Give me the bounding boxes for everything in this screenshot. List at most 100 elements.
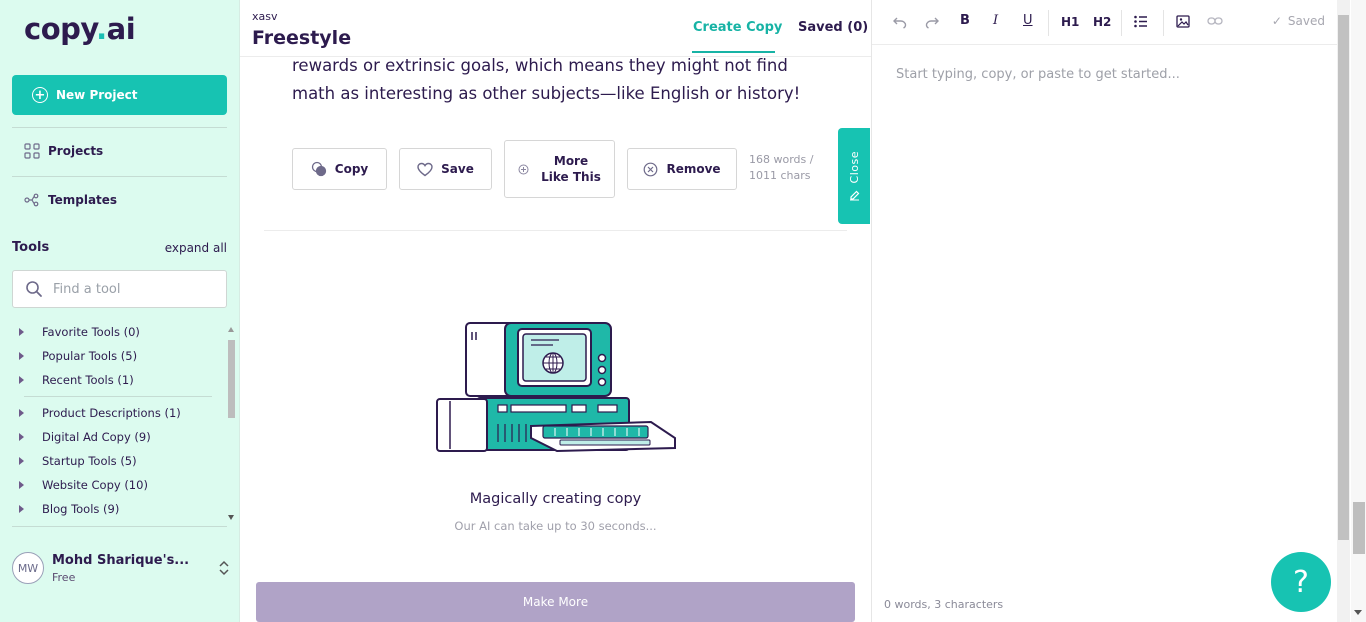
- caret-right-icon: [19, 457, 24, 465]
- expand-all-link[interactable]: expand all: [165, 241, 227, 255]
- tool-group-label: Product Descriptions (1): [42, 406, 181, 420]
- x-circle-icon: [644, 162, 658, 176]
- tool-group-blog-tools[interactable]: Blog Tools (9): [12, 497, 224, 521]
- save-label: Save: [441, 162, 474, 176]
- plus-circle-icon: +: [32, 87, 48, 103]
- copy-label: Copy: [334, 162, 369, 176]
- bullet-list-icon[interactable]: [1134, 15, 1148, 28]
- tool-group-product-descriptions[interactable]: Product Descriptions (1): [12, 401, 224, 425]
- more-like-this-label: More Like This: [541, 153, 601, 185]
- flow-icon: [24, 193, 39, 207]
- heading-2-button[interactable]: H2: [1093, 15, 1111, 29]
- editor-scroll-thumb[interactable]: [1338, 15, 1349, 540]
- loading-subtitle: Our AI can take up to 30 seconds...: [454, 519, 657, 533]
- save-button[interactable]: Save: [399, 148, 492, 190]
- italic-icon[interactable]: I: [993, 13, 998, 28]
- divider: [12, 127, 227, 128]
- tool-list-scrollbar[interactable]: [228, 340, 235, 418]
- editor-text-area[interactable]: Start typing, copy, or paste to get star…: [872, 45, 1337, 585]
- main-panel: rewards or extrinsic goals, which means …: [240, 0, 871, 622]
- templates-link[interactable]: Templates: [24, 193, 117, 207]
- scroll-down-arrow-icon[interactable]: [1354, 610, 1362, 615]
- user-info: Mohd Sharique's... Free: [52, 553, 189, 584]
- underline-icon[interactable]: U: [1023, 13, 1033, 28]
- tool-group-label: Popular Tools (5): [42, 349, 138, 363]
- editor-word-count: 0 words, 3 characters: [884, 598, 1004, 611]
- copy-button[interactable]: Copy: [292, 148, 387, 190]
- divider: [24, 396, 212, 397]
- tab-saved[interactable]: Saved (0): [798, 20, 868, 35]
- tool-group-digital-ad-copy[interactable]: Digital Ad Copy (9): [12, 425, 224, 449]
- new-project-button[interactable]: + New Project: [12, 75, 227, 115]
- saved-label: Saved: [1287, 14, 1325, 28]
- search-icon: [26, 281, 42, 297]
- more-like-this-button[interactable]: More Like This: [504, 140, 615, 198]
- computer-illustration: [436, 322, 676, 453]
- tools-title: Tools: [12, 240, 50, 255]
- result-text: rewards or extrinsic goals, which means …: [292, 56, 801, 103]
- page-scrollbar[interactable]: [1336, 0, 1366, 622]
- remove-button[interactable]: Remove: [627, 148, 737, 190]
- tools-header: Tools expand all: [12, 240, 227, 255]
- heading-1-button[interactable]: H1: [1061, 15, 1079, 29]
- toolbar-divider: [1048, 10, 1049, 36]
- caret-right-icon: [19, 433, 24, 441]
- close-label: Close: [847, 151, 861, 184]
- image-icon[interactable]: [1176, 15, 1190, 28]
- bold-icon[interactable]: B: [960, 13, 970, 28]
- copy-icon: [311, 161, 326, 177]
- templates-label: Templates: [48, 193, 118, 207]
- page-title: Freestyle: [252, 27, 352, 49]
- tab-create-copy[interactable]: Create Copy: [693, 20, 782, 35]
- find-tool-input[interactable]: [53, 281, 203, 297]
- find-tool-search: [12, 270, 227, 308]
- word-count-text: 168 words /: [749, 153, 814, 166]
- tool-group-popular[interactable]: Popular Tools (5): [12, 344, 224, 368]
- toolbar-divider: [1121, 10, 1122, 36]
- tool-group-startup-tools[interactable]: Startup Tools (5): [12, 449, 224, 473]
- link-icon[interactable]: [1207, 16, 1223, 26]
- projects-link[interactable]: Projects: [24, 143, 103, 159]
- pencil-icon: [849, 190, 859, 201]
- caret-right-icon: [19, 481, 24, 489]
- help-button[interactable]: ?: [1271, 552, 1331, 612]
- window-scroll-thumb[interactable]: [1353, 502, 1365, 554]
- copyai-logo[interactable]: copy.ai: [24, 12, 136, 46]
- tool-group-website-copy[interactable]: Website Copy (10): [12, 473, 224, 497]
- tool-group-label: Blog Tools (9): [42, 502, 120, 516]
- new-project-label: New Project: [56, 88, 138, 102]
- grid-icon: [24, 143, 40, 159]
- user-name: Mohd Sharique's...: [52, 552, 190, 568]
- caret-right-icon: [19, 352, 24, 360]
- char-count-text: 1011 chars: [749, 169, 811, 182]
- breadcrumb[interactable]: xasv: [252, 10, 278, 23]
- more-label-line-1: More: [553, 154, 589, 168]
- result-word-count: 168 words / 1011 chars: [749, 152, 813, 184]
- editor-toolbar: B I U H1 H2 ✓ Saved: [872, 0, 1337, 45]
- heart-icon: [417, 162, 433, 176]
- chevron-up-down-icon[interactable]: [218, 558, 230, 578]
- caret-right-icon: [19, 376, 24, 384]
- make-more-button[interactable]: Make More: [256, 582, 855, 622]
- divider: [12, 176, 227, 177]
- tool-group-favorite[interactable]: Favorite Tools (0): [12, 320, 224, 344]
- close-editor-tab[interactable]: Close: [838, 128, 870, 224]
- user-plan: Free: [52, 570, 76, 584]
- user-menu[interactable]: MW Mohd Sharique's... Free: [12, 548, 232, 588]
- tool-group-recent[interactable]: Recent Tools (1): [12, 368, 224, 392]
- check-icon: ✓: [1271, 14, 1282, 28]
- tool-group-label: Recent Tools (1): [42, 373, 134, 387]
- caret-right-icon: [19, 505, 24, 513]
- divider: [264, 230, 847, 231]
- scroll-down-arrow-icon[interactable]: [228, 515, 234, 520]
- undo-icon[interactable]: [893, 15, 907, 29]
- redo-icon[interactable]: [925, 15, 939, 29]
- caret-right-icon: [19, 328, 24, 336]
- saved-status: ✓ Saved: [1272, 14, 1325, 28]
- remove-label: Remove: [666, 162, 721, 176]
- more-label-line-2: Like This: [541, 170, 601, 184]
- toolbar-divider: [1163, 10, 1164, 36]
- scroll-up-arrow-icon[interactable]: [228, 327, 234, 332]
- header: xasv Freestyle Create Copy Saved (0): [240, 0, 871, 57]
- sidebar: copy.ai + New Project Projects Templates…: [0, 0, 240, 622]
